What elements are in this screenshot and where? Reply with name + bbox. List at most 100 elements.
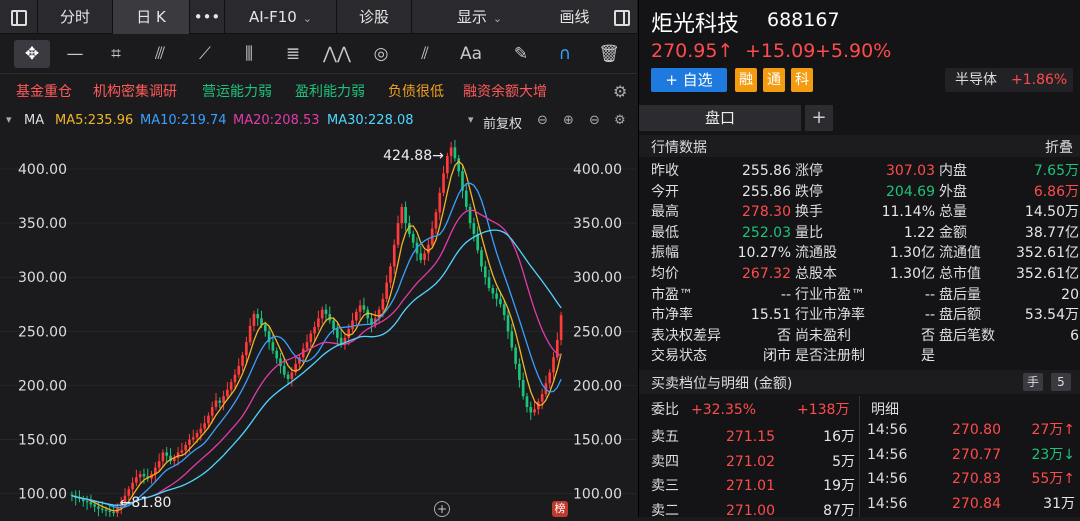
candle-body [286,374,290,379]
stock-change: +15.09 [745,40,816,62]
sector-name: 半导体 [955,72,997,88]
quote-value: 352.61亿 [1016,266,1079,282]
adjust-chevron-icon[interactable]: ▾ [468,113,474,126]
draw-line-button[interactable]: 画线 [547,0,602,34]
add-indicator-icon[interactable]: + [434,501,450,517]
kline-chart[interactable]: 400.00 400.00 350.00 350.00 300.00 300.00 250.… [0,134,637,520]
star-market-badge[interactable]: 科 [791,68,813,92]
remove-icon[interactable]: ⊖ [589,113,600,128]
rank-badge[interactable]: 榜 [552,501,568,517]
candle-body [404,206,407,224]
quote-value: 1.22 [903,224,935,241]
tick-price: 270.80 [952,422,1001,438]
candle-body [442,173,445,193]
stock-name: 炬光科技 [651,12,740,37]
stock-code: 688167 [767,9,840,31]
stock-tag[interactable]: 盈利能力弱 [295,81,365,101]
candle-body [229,382,233,390]
candle-body [222,396,225,403]
stock-tag[interactable]: 负债很低 [388,81,444,101]
panel-toggle-button[interactable] [607,0,637,34]
magnet-tool-icon[interactable]: ∩ [550,40,580,68]
quote-value: 1.30亿 [889,266,935,282]
candle-body [480,250,483,267]
stock-tag[interactable]: 机构密集调研 [93,81,177,101]
delete-tool-icon[interactable]: 🗑 [594,40,624,68]
quote-value: -- [780,286,791,303]
eraser-tool-icon[interactable]: ✎ [506,40,536,68]
collapse-button[interactable]: 折叠 [1045,137,1073,157]
cycle-tool-icon[interactable]: ◎ [366,40,396,68]
candle-body [161,452,165,462]
aif10-label: AI-F10 [248,8,297,26]
hand-button[interactable]: 手 [1023,373,1043,391]
stock-tag[interactable]: 基金重仓 [16,81,72,101]
gann-tool-icon[interactable]: ⫽ [410,40,440,68]
zoom-out-icon[interactable]: ⊖ [537,113,548,128]
quote-value: 15.51 [750,307,791,324]
line-tool-icon[interactable]: — [60,40,90,68]
candle-body [207,415,210,424]
connect-badge[interactable]: 通 [763,68,785,92]
add-watchlist-button[interactable]: + 自选 [651,68,727,92]
adjust-mode[interactable]: 前复权 [483,113,522,132]
candle-body [226,389,229,397]
candle-body [271,342,275,351]
fibonacci-tool-icon[interactable]: ≣ [278,40,308,68]
candle-body [97,506,100,509]
stock-tag[interactable]: 融资余额大增 [463,81,547,101]
add-tab-button[interactable]: + [805,105,833,131]
section-title: 行情数据 [651,140,707,156]
tab-fenshi[interactable]: 分时 [38,0,113,34]
pattern-tool-icon[interactable]: ⟋ [190,40,220,68]
sidebar-icon [10,9,27,26]
quote-value: 否 [777,327,791,344]
aif10-dropdown[interactable]: AI-F10 ⌄ [225,0,337,34]
crop-tool-icon[interactable]: ⌗ [101,40,131,68]
text-tool-icon[interactable]: Aa [454,40,488,68]
candle-body [184,444,187,451]
candle-body [191,437,195,440]
ma-settings-icon[interactable]: ⚙ [614,113,626,128]
y-tick-right: 300.00 [573,270,622,286]
candle-body [256,314,260,319]
ma30-value: MA30:228.08 [327,113,414,128]
display-label: 显示 [456,8,487,26]
candle-body [427,244,430,254]
y-tick-right: 100.00 [573,487,622,503]
high-annotation: 424.88→ [383,148,444,164]
sidebar-toggle-button[interactable] [0,0,38,34]
candle-body [487,277,491,289]
quote-value: 7.65万 [1033,163,1079,179]
candle-body [347,329,351,338]
candle-body [104,509,108,511]
amount-button[interactable]: 5 [1051,373,1071,391]
tab-pankou[interactable]: 盘口 [639,105,801,131]
quote-value: 252.03 [742,224,791,241]
tick-time: 14:56 [867,422,908,438]
crosshair-tool-icon[interactable]: ✥ [14,40,50,68]
candle-body [540,394,544,402]
zoom-in-icon[interactable]: ⊕ [563,113,574,128]
sector-box[interactable]: 半导体 +1.86% [945,68,1073,92]
wave-tool-icon[interactable]: ⋀⋀ [322,40,352,68]
candle-body [362,305,366,310]
candle-body [434,212,438,229]
diagnose-button[interactable]: 诊股 [337,0,412,34]
stock-tag[interactable]: 营运能力弱 [202,81,272,101]
fan-tool-icon[interactable]: ⫻ [145,40,175,68]
tags-settings-icon[interactable]: ⚙ [613,82,627,101]
candle-body [499,298,502,305]
tick-price: 270.77 [952,446,1001,463]
candle-body [324,309,328,315]
bars-tool-icon[interactable]: ⫼ [234,40,264,68]
chart-topbar: 分时 日 K ••• AI-F10 ⌄ 诊股 显示 ⌄ 画线 [0,0,637,34]
quote-value: 53.54万 [1024,307,1079,324]
collapse-icon[interactable]: ▾ [6,113,12,126]
display-dropdown[interactable]: 显示 ⌄ [412,0,547,34]
panel-icon [614,9,630,26]
more-button[interactable]: ••• [190,0,225,34]
tab-daily-k[interactable]: 日 K [113,0,190,34]
margin-badge[interactable]: 融 [735,68,757,92]
tick-time: 14:56 [867,446,908,463]
